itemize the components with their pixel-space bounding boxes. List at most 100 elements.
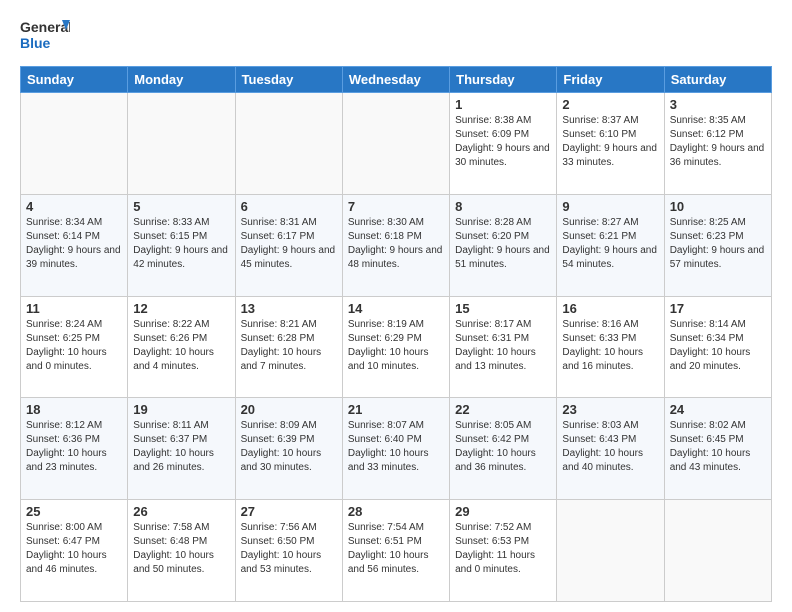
day-number: 15 [455,301,551,316]
week-row-2: 11 Sunrise: 8:24 AM Sunset: 6:25 PM Dayli… [21,296,772,398]
calendar-cell: 28Sunrise: 7:54 AM Sunset: 6:51 PM Dayli… [342,500,449,602]
day-number: 24 [670,402,766,417]
day-info: Sunrise: 7:58 AM Sunset: 6:48 PM Dayligh… [133,521,229,577]
day-number: 11 [26,301,122,316]
calendar-cell [664,500,771,602]
week-row-0: 1 Sunrise: 8:38 AM Sunset: 6:09 PM Daylig… [21,93,772,195]
day-number: 6 [241,199,337,214]
day-info: Sunrise: 7:54 AM Sunset: 6:51 PM Dayligh… [348,521,444,577]
calendar-cell: 22 Sunrise: 8:05 AM Sunset: 6:42 PM Dayli… [450,398,557,500]
day-number: 26 [133,504,229,519]
logo: General Blue [20,16,70,56]
calendar-cell: 14 Sunrise: 8:19 AM Sunset: 6:29 PM Dayli… [342,296,449,398]
calendar-cell: 10 Sunrise: 8:25 AM Sunset: 6:23 PM Dayli… [664,194,771,296]
day-number: 17 [670,301,766,316]
day-info: Sunrise: 8:14 AM Sunset: 6:34 PM Dayligh… [670,318,766,374]
week-row-1: 4 Sunrise: 8:34 AM Sunset: 6:14 PM Daylig… [21,194,772,296]
day-info: Sunrise: 8:25 AM Sunset: 6:23 PM Dayligh… [670,216,766,272]
day-number: 14 [348,301,444,316]
day-info: Sunrise: 8:31 AM Sunset: 6:17 PM Dayligh… [241,216,337,272]
day-info: Sunrise: 8:03 AM Sunset: 6:43 PM Dayligh… [562,419,658,475]
logo-svg: General Blue [20,16,70,56]
day-info: Sunrise: 8:38 AM Sunset: 6:09 PM Dayligh… [455,114,551,170]
svg-text:Blue: Blue [20,35,51,51]
day-info: Sunrise: 8:33 AM Sunset: 6:15 PM Dayligh… [133,216,229,272]
calendar-cell: 4 Sunrise: 8:34 AM Sunset: 6:14 PM Daylig… [21,194,128,296]
day-info: Sunrise: 8:34 AM Sunset: 6:14 PM Dayligh… [26,216,122,272]
day-number: 22 [455,402,551,417]
calendar-cell: 1 Sunrise: 8:38 AM Sunset: 6:09 PM Daylig… [450,93,557,195]
day-headers-row: SundayMondayTuesdayWednesdayThursdayFrid… [21,67,772,93]
day-info: Sunrise: 8:24 AM Sunset: 6:25 PM Dayligh… [26,318,122,374]
week-row-3: 18 Sunrise: 8:12 AM Sunset: 6:36 PM Dayli… [21,398,772,500]
calendar-cell: 2 Sunrise: 8:37 AM Sunset: 6:10 PM Daylig… [557,93,664,195]
day-info: Sunrise: 8:27 AM Sunset: 6:21 PM Dayligh… [562,216,658,272]
calendar-cell: 11 Sunrise: 8:24 AM Sunset: 6:25 PM Dayli… [21,296,128,398]
page: General Blue SundayMondayTuesdayWednesda… [0,0,792,612]
calendar-cell: 6 Sunrise: 8:31 AM Sunset: 6:17 PM Daylig… [235,194,342,296]
day-info: Sunrise: 7:56 AM Sunset: 6:50 PM Dayligh… [241,521,337,577]
day-info: Sunrise: 8:16 AM Sunset: 6:33 PM Dayligh… [562,318,658,374]
calendar-cell [342,93,449,195]
day-info: Sunrise: 7:52 AM Sunset: 6:53 PM Dayligh… [455,521,551,577]
calendar-cell: 7 Sunrise: 8:30 AM Sunset: 6:18 PM Daylig… [342,194,449,296]
day-number: 10 [670,199,766,214]
calendar-cell [21,93,128,195]
day-number: 27 [241,504,337,519]
header: General Blue [20,16,772,56]
day-info: Sunrise: 8:11 AM Sunset: 6:37 PM Dayligh… [133,419,229,475]
day-number: 2 [562,97,658,112]
calendar-cell: 19 Sunrise: 8:11 AM Sunset: 6:37 PM Dayli… [128,398,235,500]
day-info: Sunrise: 8:21 AM Sunset: 6:28 PM Dayligh… [241,318,337,374]
calendar-cell: 5 Sunrise: 8:33 AM Sunset: 6:15 PM Daylig… [128,194,235,296]
calendar-cell: 3 Sunrise: 8:35 AM Sunset: 6:12 PM Daylig… [664,93,771,195]
day-number: 25 [26,504,122,519]
calendar-cell: 26 Sunrise: 7:58 AM Sunset: 6:48 PM Dayli… [128,500,235,602]
day-header-tuesday: Tuesday [235,67,342,93]
day-info: Sunrise: 8:12 AM Sunset: 6:36 PM Dayligh… [26,419,122,475]
day-info: Sunrise: 8:30 AM Sunset: 6:18 PM Dayligh… [348,216,444,272]
calendar-cell: 18 Sunrise: 8:12 AM Sunset: 6:36 PM Dayli… [21,398,128,500]
calendar-cell: 21Sunrise: 8:07 AM Sunset: 6:40 PM Dayli… [342,398,449,500]
day-header-sunday: Sunday [21,67,128,93]
svg-text:General: General [20,19,70,35]
day-number: 4 [26,199,122,214]
day-header-monday: Monday [128,67,235,93]
day-header-friday: Friday [557,67,664,93]
calendar-cell: 23 Sunrise: 8:03 AM Sunset: 6:43 PM Dayli… [557,398,664,500]
day-number: 3 [670,97,766,112]
day-number: 16 [562,301,658,316]
day-info: Sunrise: 8:28 AM Sunset: 6:20 PM Dayligh… [455,216,551,272]
day-number: 20 [241,402,337,417]
day-number: 8 [455,199,551,214]
day-number: 21 [348,402,444,417]
day-number: 19 [133,402,229,417]
day-number: 1 [455,97,551,112]
day-number: 9 [562,199,658,214]
day-number: 7 [348,199,444,214]
day-number: 23 [562,402,658,417]
day-header-saturday: Saturday [664,67,771,93]
day-number: 13 [241,301,337,316]
calendar-cell: 15 Sunrise: 8:17 AM Sunset: 6:31 PM Dayli… [450,296,557,398]
day-info: Sunrise: 8:37 AM Sunset: 6:10 PM Dayligh… [562,114,658,170]
calendar-cell: 9 Sunrise: 8:27 AM Sunset: 6:21 PM Daylig… [557,194,664,296]
day-info: Sunrise: 8:17 AM Sunset: 6:31 PM Dayligh… [455,318,551,374]
calendar-cell [235,93,342,195]
day-header-thursday: Thursday [450,67,557,93]
day-number: 12 [133,301,229,316]
calendar-table: SundayMondayTuesdayWednesdayThursdayFrid… [20,66,772,602]
day-info: Sunrise: 8:35 AM Sunset: 6:12 PM Dayligh… [670,114,766,170]
day-number: 18 [26,402,122,417]
calendar-cell: 17 Sunrise: 8:14 AM Sunset: 6:34 PM Dayli… [664,296,771,398]
day-number: 5 [133,199,229,214]
day-info: Sunrise: 8:05 AM Sunset: 6:42 PM Dayligh… [455,419,551,475]
calendar-cell: 20Sunrise: 8:09 AM Sunset: 6:39 PM Dayli… [235,398,342,500]
calendar-cell: 16 Sunrise: 8:16 AM Sunset: 6:33 PM Dayli… [557,296,664,398]
calendar-cell: 27 Sunrise: 7:56 AM Sunset: 6:50 PM Dayli… [235,500,342,602]
day-info: Sunrise: 8:19 AM Sunset: 6:29 PM Dayligh… [348,318,444,374]
calendar-cell: 29 Sunrise: 7:52 AM Sunset: 6:53 PM Dayli… [450,500,557,602]
calendar-cell: 13 Sunrise: 8:21 AM Sunset: 6:28 PM Dayli… [235,296,342,398]
day-number: 29 [455,504,551,519]
week-row-4: 25Sunrise: 8:00 AM Sunset: 6:47 PM Dayli… [21,500,772,602]
